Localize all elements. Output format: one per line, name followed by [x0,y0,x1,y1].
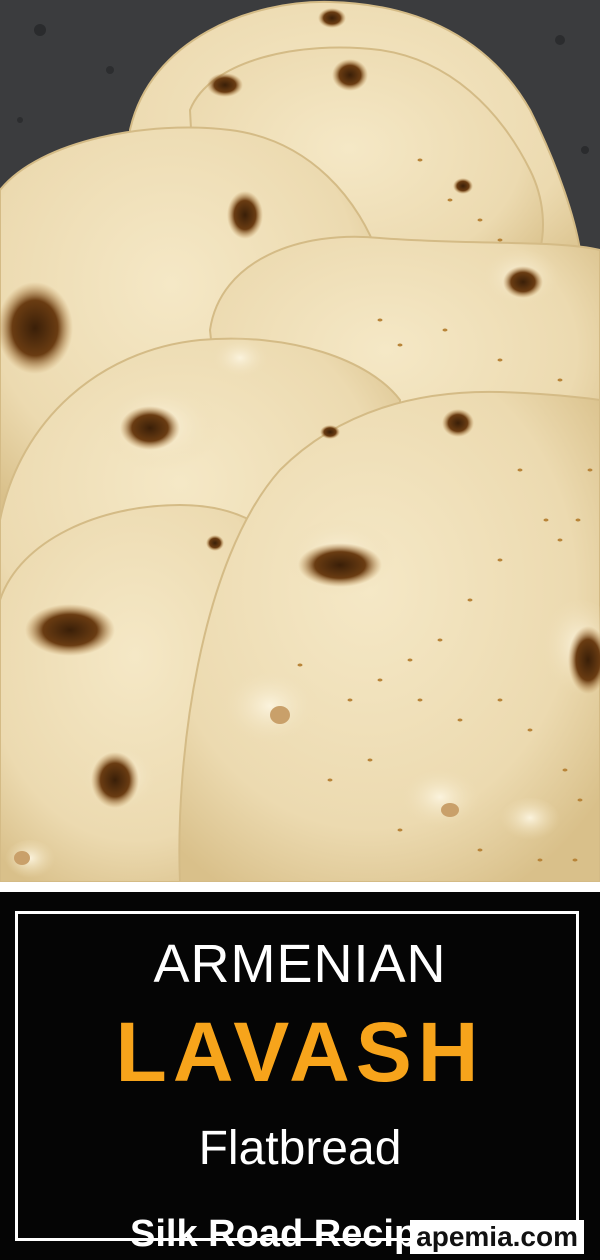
title-line-armenian: ARMENIAN [153,934,447,994]
watermark: apemia.com [410,1220,584,1254]
title-line-lavash: LAVASH [115,1005,485,1099]
title-banner: ARMENIAN LAVASH Flatbread Silk Road Reci… [0,892,600,1260]
lavash-photo [0,0,600,882]
pin-image: ARMENIAN LAVASH Flatbread Silk Road Reci… [0,0,600,1260]
divider [0,882,600,892]
title-line-flatbread: Flatbread [198,1122,402,1175]
